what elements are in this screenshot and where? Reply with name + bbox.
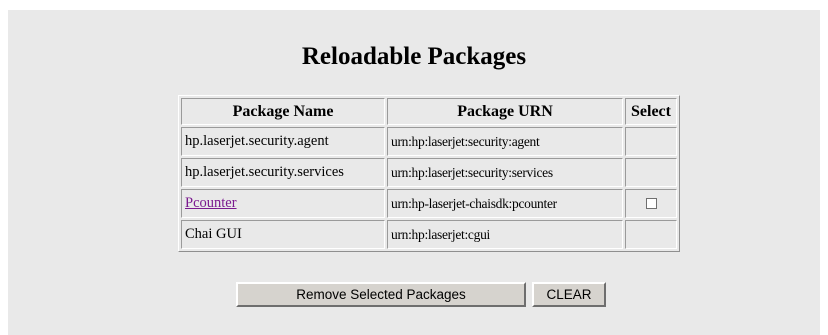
package-link-pcounter[interactable]: Pcounter (185, 195, 237, 211)
select-cell (625, 127, 677, 156)
header-select: Select (625, 98, 677, 125)
select-cell (625, 189, 677, 218)
clear-button[interactable]: CLEAR (532, 282, 606, 307)
package-urn-cell: urn:hp-laserjet-chaisdk:pcounter (387, 189, 623, 218)
page-title: Reloadable Packages (301, 43, 527, 70)
package-urn-cell: urn:hp:laserjet:security:services (387, 158, 623, 187)
header-package-name: Package Name (181, 98, 385, 125)
header-package-urn: Package URN (387, 98, 623, 125)
package-name-cell: hp.laserjet.security.agent (181, 127, 385, 156)
package-urn-cell: urn:hp:laserjet:cgui (387, 220, 623, 249)
package-name-cell: Chai GUI (181, 220, 385, 249)
select-checkbox-pcounter[interactable] (645, 198, 657, 210)
table-row: hp.laserjet.security.agent urn:hp:laserj… (181, 127, 677, 156)
table-header-row: Package Name Package URN Select (181, 98, 677, 125)
packages-table: Package Name Package URN Select hp.laser… (178, 95, 680, 252)
table-row: Pcounter urn:hp-laserjet-chaisdk:pcounte… (181, 189, 677, 218)
select-cell (625, 220, 677, 249)
table-row: Chai GUI urn:hp:laserjet:cgui (181, 220, 677, 249)
package-name-cell: Pcounter (181, 189, 385, 218)
package-urn-cell: urn:hp:laserjet:security:agent (387, 127, 623, 156)
select-cell (625, 158, 677, 187)
package-name-cell: hp.laserjet.security.services (181, 158, 385, 187)
table-row: hp.laserjet.security.services urn:hp:las… (181, 158, 677, 187)
remove-selected-packages-button[interactable]: Remove Selected Packages (236, 282, 526, 307)
